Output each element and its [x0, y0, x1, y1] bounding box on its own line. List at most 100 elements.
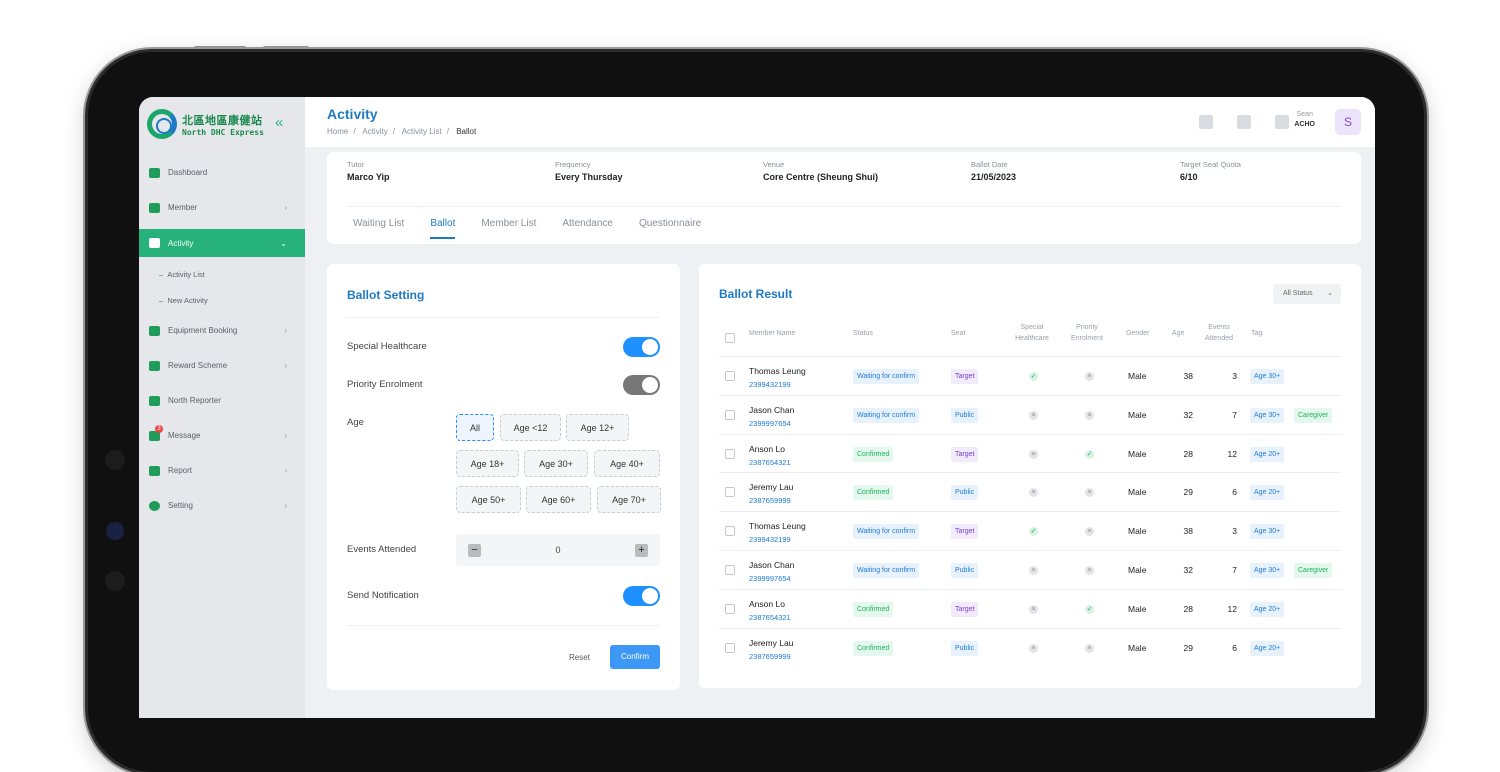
- grid-icon[interactable]: [1199, 115, 1213, 129]
- reset-button[interactable]: Reset: [569, 653, 590, 662]
- user-info[interactable]: Sean ACHO: [1294, 111, 1315, 128]
- cross-icon: ×: [1085, 566, 1094, 575]
- tab-questionnaire[interactable]: Questionnaire: [639, 218, 701, 239]
- sidebar-item-label: Report: [168, 466, 193, 475]
- sidebar-item-dashboard[interactable]: Dashboard: [139, 155, 305, 190]
- table-row[interactable]: Anson Lo 2387654321 Confirmed Target × ✓ Male 2…: [719, 588, 1341, 628]
- events-attended-value[interactable]: 0: [456, 545, 660, 555]
- events-attended-cell: 12: [1227, 603, 1237, 614]
- sidebar-item-north-reporter[interactable]: North Reporter: [139, 383, 305, 418]
- row-checkbox[interactable]: [725, 565, 735, 575]
- member-name: Jeremy Lau: [749, 482, 794, 493]
- member-name: Jason Chan: [749, 560, 795, 570]
- status-badge: Confirmed: [853, 485, 894, 501]
- member-id[interactable]: 2387659999: [749, 652, 791, 661]
- tag-badge: Age 30+: [1250, 369, 1285, 384]
- age-chip-12-plus[interactable]: Age 12+: [566, 414, 629, 441]
- collapse-sidebar-icon[interactable]: «: [275, 114, 283, 131]
- cross-icon: ×: [1085, 643, 1094, 653]
- breadcrumb-activity-list[interactable]: Activity List: [402, 127, 442, 136]
- status-filter-select[interactable]: All Status ⌄: [1273, 284, 1341, 304]
- member-id[interactable]: 2399432199: [749, 535, 791, 544]
- member-name: Anson Lo: [749, 598, 785, 609]
- events-attended-cell: 12: [1227, 448, 1237, 459]
- member-name: Jeremy Lau: [749, 637, 794, 648]
- table-row[interactable]: Anson Lo 2387654321 Confirmed Target × ✓ Male 2…: [719, 433, 1341, 473]
- cross-icon: ×: [1029, 643, 1038, 653]
- row-checkbox[interactable]: [725, 371, 735, 381]
- chevron-right-icon: ›: [284, 431, 287, 440]
- sidebar-item-equipment-booking[interactable]: Equipment Booking ›: [139, 313, 305, 348]
- cross-icon: ×: [1029, 488, 1038, 498]
- member-id[interactable]: 2399432199: [749, 380, 791, 389]
- confirm-button[interactable]: Confirm: [610, 645, 660, 669]
- priority-enrolment-toggle[interactable]: [623, 375, 660, 395]
- seat-badge: Target: [951, 369, 979, 384]
- age-chip-under-12[interactable]: Age <12: [500, 414, 561, 441]
- sidebar-item-activity[interactable]: Activity ⌄: [139, 229, 305, 257]
- sidebar-item-setting[interactable]: Setting ›: [139, 488, 305, 523]
- age-chip-30-plus[interactable]: Age 30+: [524, 450, 588, 477]
- top-bar: Activity Home / Activity / Activity List / …: [305, 97, 1375, 147]
- table-row[interactable]: Jeremy Lau 2387659999 Confirmed Public × × Mal…: [719, 472, 1341, 511]
- table-row[interactable]: Jason Chan 2399997654 Waiting for confirm P…: [719, 394, 1341, 434]
- info-label: Venue: [763, 160, 785, 169]
- breadcrumb-activity[interactable]: Activity: [362, 127, 387, 136]
- status-badge: Confirmed: [853, 446, 894, 462]
- member-id[interactable]: 2399997654: [749, 574, 791, 583]
- events-attended-stepper: − 0 +: [456, 534, 660, 566]
- logo[interactable]: 北區地區康健站 North DHC Express: [147, 109, 264, 139]
- special-healthcare-toggle[interactable]: [623, 337, 660, 357]
- age-chip-all[interactable]: All: [456, 414, 494, 441]
- breadcrumb-home[interactable]: Home: [327, 127, 348, 136]
- bar-chart-icon[interactable]: [1237, 115, 1251, 129]
- row-checkbox[interactable]: [725, 603, 735, 614]
- sidebar-item-member[interactable]: Member ›: [139, 190, 305, 225]
- row-checkbox[interactable]: [725, 642, 735, 653]
- tab-ballot[interactable]: Ballot: [430, 218, 456, 239]
- chevron-right-icon: ›: [284, 466, 287, 475]
- age-chip-18-plus[interactable]: Age 18+: [456, 450, 519, 477]
- sidebar-subitem-activity-list[interactable]: – Activity List: [139, 261, 305, 287]
- table-row[interactable]: Jason Chan 2399997654 Waiting for confirm P…: [719, 550, 1341, 589]
- row-checkbox[interactable]: [725, 526, 735, 537]
- plus-icon[interactable]: +: [635, 544, 648, 557]
- row-checkbox[interactable]: [725, 487, 735, 498]
- tag-badge: Age 20+: [1250, 640, 1285, 656]
- table-row[interactable]: Thomas Leung 2399432199 Waiting for confir…: [719, 356, 1341, 395]
- seat-badge: Public: [951, 485, 979, 501]
- seat-badge: Target: [951, 601, 979, 617]
- tab-attendance[interactable]: Attendance: [562, 218, 613, 239]
- tab-member-list[interactable]: Member List: [481, 218, 536, 239]
- column-header-special-healthcare: Special Healthcare: [1015, 324, 1049, 342]
- row-checkbox[interactable]: [725, 448, 735, 459]
- gender-cell: Male: [1128, 448, 1147, 459]
- member-id[interactable]: 2387654321: [749, 458, 791, 467]
- age-chip-50-plus[interactable]: Age 50+: [456, 486, 521, 513]
- cross-icon: ×: [1085, 372, 1094, 381]
- sidebar-subitem-new-activity[interactable]: – New Activity: [139, 287, 305, 313]
- gear-icon: [149, 500, 160, 511]
- tab-waiting-list[interactable]: Waiting List: [353, 218, 404, 239]
- age-chip-70-plus[interactable]: Age 70+: [597, 486, 661, 513]
- avatar[interactable]: S: [1335, 109, 1361, 135]
- table-row[interactable]: Thomas Leung 2399432199 Waiting for confir…: [719, 511, 1341, 550]
- chevron-right-icon: ›: [284, 326, 287, 335]
- send-notification-toggle[interactable]: [623, 586, 660, 606]
- sidebar-item-report[interactable]: Report ›: [139, 453, 305, 488]
- info-value: Marco Yip: [347, 172, 390, 182]
- row-checkbox[interactable]: [725, 409, 735, 420]
- chat-icon[interactable]: [1275, 115, 1289, 129]
- info-ballot-date: Ballot Date 21/05/2023: [971, 160, 1016, 182]
- sidebar-item-message[interactable]: 3 Message ›: [139, 418, 305, 453]
- member-id[interactable]: 2399997654: [749, 419, 791, 428]
- age-chip-60-plus[interactable]: Age 60+: [526, 486, 591, 513]
- member-id[interactable]: 2387654321: [749, 613, 791, 622]
- member-id[interactable]: 2387659999: [749, 496, 791, 505]
- select-all-checkbox[interactable]: [725, 333, 735, 343]
- age-chip-40-plus[interactable]: Age 40+: [594, 450, 660, 477]
- ballot-setting-card: Ballot Setting Special Healthcare Priori…: [327, 264, 680, 690]
- member-icon: [149, 202, 160, 213]
- sidebar-item-reward-scheme[interactable]: Reward Scheme ›: [139, 348, 305, 383]
- table-row[interactable]: Jeremy Lau 2387659999 Confirmed Public × × Mal…: [719, 627, 1341, 667]
